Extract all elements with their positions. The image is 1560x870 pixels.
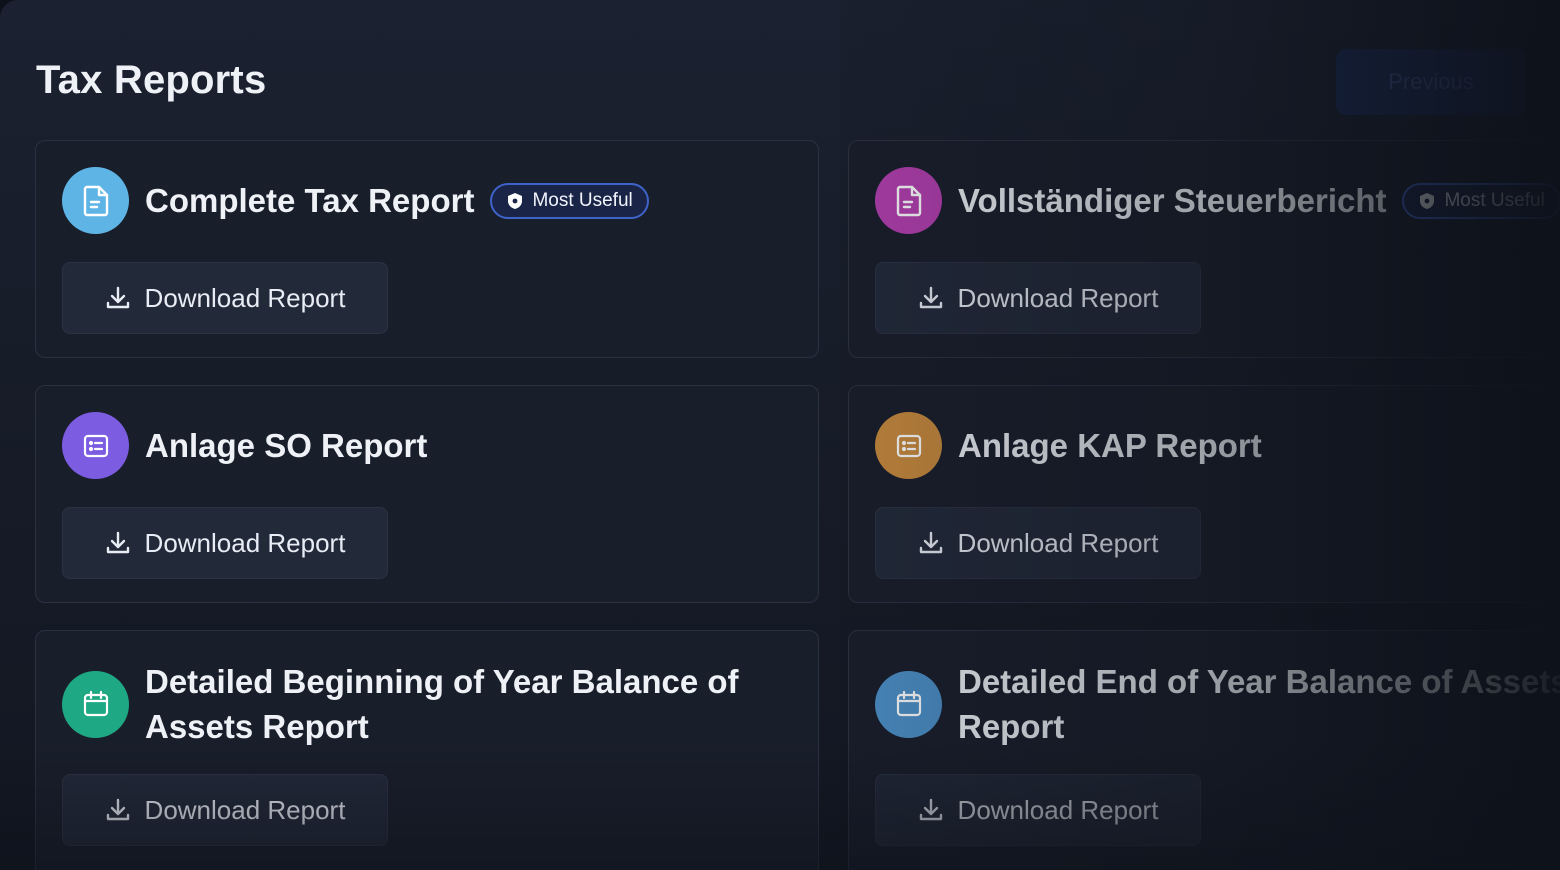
report-title: Detailed End of Year Balance of Assets R… (958, 663, 1560, 745)
download-label: Download Report (144, 282, 346, 313)
download-icon (919, 798, 942, 821)
badge-label: Most Useful (532, 189, 633, 211)
report-title: Vollständiger Steuerbericht (958, 182, 1387, 219)
report-card-vollstaendiger: Vollständiger Steuerbericht Most Useful … (848, 140, 1560, 358)
report-card-anlage-so: Anlage SO Report Download Report (35, 385, 819, 603)
badge-label: Most Useful (1444, 189, 1545, 211)
download-label: Download Report (144, 527, 346, 558)
report-card-beginning-balance: Detailed Beginning of Year Balance of As… (35, 630, 819, 870)
reports-grid: Complete Tax Report Most Useful Download… (0, 0, 1560, 870)
report-card-end-balance: Detailed End of Year Balance of Assets R… (848, 630, 1560, 870)
document-icon (62, 167, 129, 234)
document-icon (875, 167, 942, 234)
card-header: Complete Tax Report Most Useful (62, 167, 798, 234)
download-report-button[interactable]: Download Report (62, 774, 388, 846)
download-label: Download Report (957, 794, 1159, 825)
download-report-button[interactable]: Download Report (875, 507, 1201, 579)
report-card-anlage-kap: Anlage KAP Report Download Report (848, 385, 1560, 603)
download-icon (106, 531, 129, 554)
card-header: Detailed End of Year Balance of Assets R… (875, 659, 1560, 749)
report-title: Anlage KAP Report (958, 427, 1262, 464)
calendar-icon (62, 670, 129, 738)
most-useful-badge: Most Useful (490, 182, 649, 219)
download-report-button[interactable]: Download Report (62, 262, 388, 334)
download-report-button[interactable]: Download Report (875, 262, 1201, 334)
list-icon (875, 412, 942, 479)
download-label: Download Report (144, 794, 346, 825)
card-header: Anlage SO Report (62, 412, 798, 479)
list-icon (62, 412, 129, 479)
most-useful-badge: Most Useful (1402, 182, 1560, 219)
download-icon (106, 286, 129, 309)
download-report-button[interactable]: Download Report (875, 774, 1201, 846)
download-report-button[interactable]: Download Report (62, 507, 388, 579)
card-header: Anlage KAP Report (875, 412, 1560, 479)
card-header: Vollständiger Steuerbericht Most Useful (875, 167, 1560, 234)
report-title: Anlage SO Report (145, 427, 428, 464)
download-icon (919, 286, 942, 309)
report-title: Complete Tax Report (145, 182, 475, 219)
download-icon (919, 531, 942, 554)
report-title: Detailed Beginning of Year Balance of As… (145, 663, 739, 745)
tax-reports-panel: Tax Reports Previous Complete Tax Report (0, 0, 1560, 870)
card-header: Detailed Beginning of Year Balance of As… (62, 659, 798, 749)
download-label: Download Report (957, 282, 1159, 313)
shield-gear-icon (508, 192, 523, 209)
shield-gear-icon (1420, 192, 1435, 209)
download-label: Download Report (957, 527, 1159, 558)
download-icon (106, 798, 129, 821)
calendar-icon (875, 670, 942, 738)
report-card-complete-tax: Complete Tax Report Most Useful Download… (35, 140, 819, 358)
